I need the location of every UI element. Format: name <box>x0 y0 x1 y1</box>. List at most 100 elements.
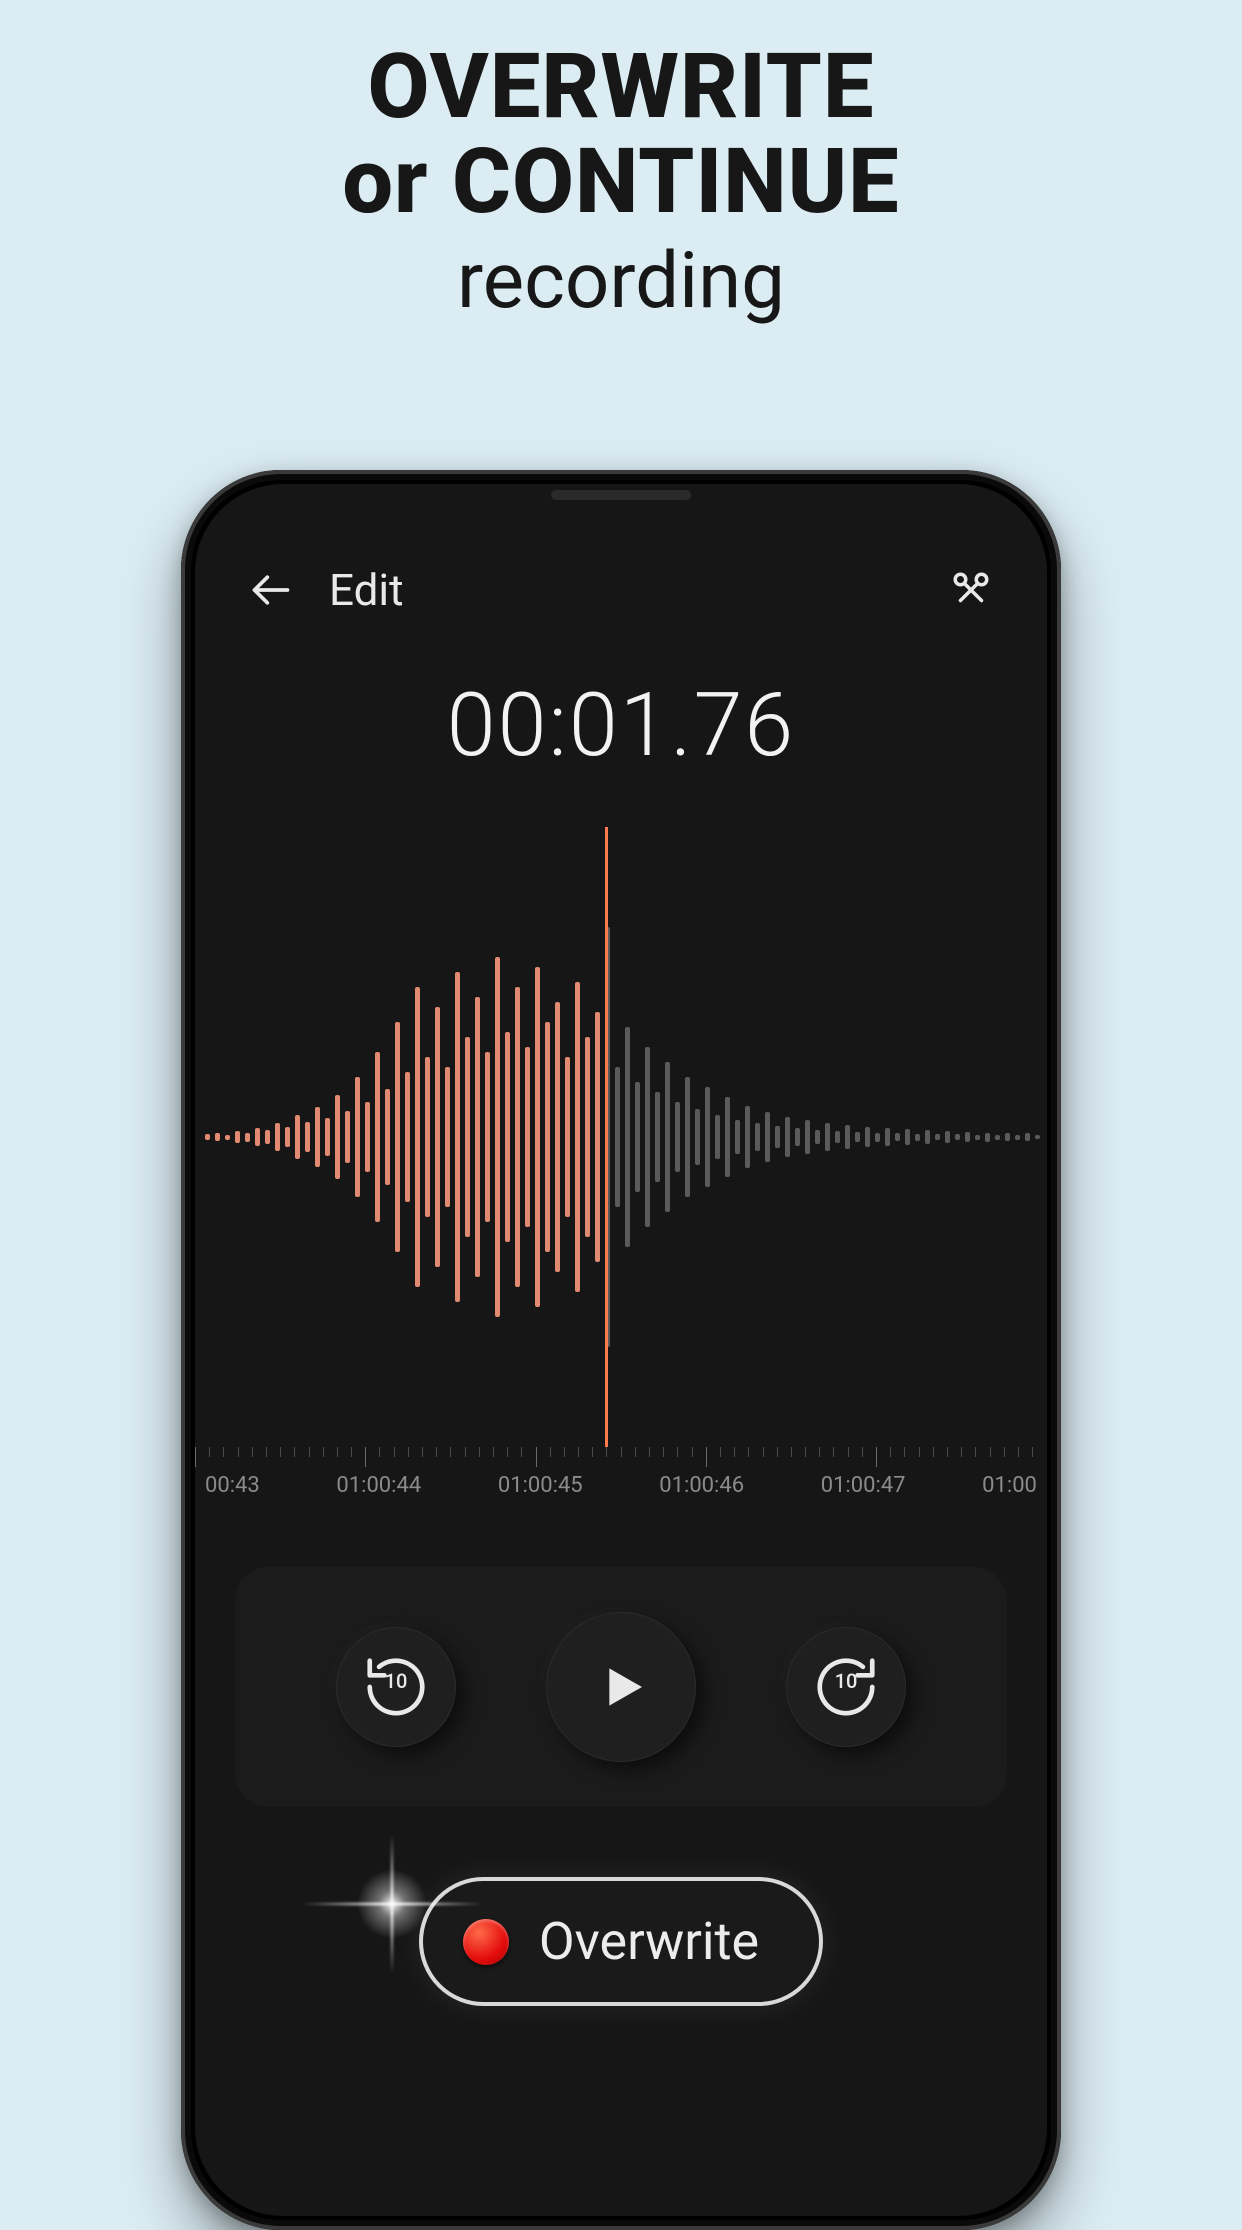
ruler-label: 01:00 <box>982 1473 1037 1498</box>
waveform-bar <box>375 1052 380 1222</box>
waveform-bar <box>395 1022 400 1252</box>
ruler-label: 01:00:44 <box>336 1473 421 1498</box>
waveform-bar <box>985 1133 990 1142</box>
waveform-bar <box>225 1135 230 1140</box>
waveform-bar <box>505 1032 510 1242</box>
waveform-bar <box>1005 1133 1010 1141</box>
waveform-bar <box>385 1089 390 1185</box>
ruler-label: 01:00:46 <box>659 1473 744 1498</box>
waveform-bar <box>825 1123 830 1151</box>
waveform-bar <box>845 1125 850 1149</box>
waveform-bar <box>585 1037 590 1237</box>
waveform-bar <box>895 1133 900 1141</box>
play-icon <box>593 1659 649 1715</box>
waveform-bar <box>255 1128 260 1146</box>
waveform-bar <box>215 1133 220 1141</box>
waveform-bar <box>205 1134 210 1140</box>
waveform-bar <box>425 1057 430 1217</box>
waveform-bar <box>735 1120 740 1154</box>
waveform-bar <box>905 1129 910 1145</box>
waveform-bar <box>245 1133 250 1142</box>
app-bar: Edit <box>195 484 1047 634</box>
waveform-bar <box>275 1123 280 1151</box>
ruler-label: 01:00:47 <box>821 1473 906 1498</box>
phone-mockup: Edit 00:01.76 00:4301:00:4401:00:4501:00… <box>181 470 1061 2230</box>
waveform-bar <box>945 1131 950 1143</box>
waveform-bar <box>815 1130 820 1144</box>
forward-10-button[interactable]: 10 <box>786 1627 906 1747</box>
ruler-ticks <box>195 1447 1047 1475</box>
ruler-label: 01:00:45 <box>498 1473 583 1498</box>
waveform-bar <box>525 1047 530 1227</box>
waveform-bar <box>665 1062 670 1212</box>
waveform-bar <box>315 1107 320 1167</box>
timeline-ruler[interactable]: 00:4301:00:4401:00:4501:00:4601:00:4701:… <box>195 1447 1047 1527</box>
waveform-bar <box>925 1130 930 1144</box>
waveform-bar <box>765 1112 770 1162</box>
playhead[interactable] <box>605 827 608 1447</box>
waveform-bar <box>645 1047 650 1227</box>
play-button[interactable] <box>546 1612 696 1762</box>
waveform-bar <box>1015 1135 1020 1140</box>
waveform-bar <box>725 1097 730 1177</box>
waveform-bar <box>555 1002 560 1272</box>
waveform-bar <box>915 1134 920 1141</box>
waveform-bar <box>265 1130 270 1144</box>
waveform-bar <box>475 997 480 1277</box>
waveform-bar <box>565 1057 570 1217</box>
waveform-bar <box>545 1022 550 1252</box>
waveform-bar <box>465 1037 470 1237</box>
ruler-labels: 00:4301:00:4401:00:4501:00:4601:00:4701:… <box>195 1473 1047 1498</box>
trim-button[interactable] <box>941 560 1001 620</box>
waveform-bar <box>1025 1133 1030 1141</box>
elapsed-time: 00:01.76 <box>195 674 1047 777</box>
forward-seconds-label: 10 <box>835 1669 858 1693</box>
waveform-bar <box>865 1127 870 1147</box>
waveform-bar <box>965 1132 970 1142</box>
waveform-bar <box>635 1082 640 1192</box>
waveform-bar <box>705 1087 710 1187</box>
waveform-bar <box>695 1109 700 1165</box>
waveform-bar <box>755 1123 760 1151</box>
phone-screen: Edit 00:01.76 00:4301:00:4401:00:4501:00… <box>195 484 1047 2216</box>
waveform-bar <box>775 1126 780 1148</box>
playback-controls: 10 10 <box>235 1567 1007 1807</box>
waveform-bar <box>835 1131 840 1143</box>
waveform-bar <box>235 1131 240 1143</box>
waveform <box>195 827 1047 1447</box>
waveform-bar <box>435 1007 440 1267</box>
waveform-bar <box>715 1115 720 1159</box>
waveform-bar <box>795 1128 800 1146</box>
waveform-bar <box>655 1092 660 1182</box>
waveform-area[interactable] <box>195 827 1047 1447</box>
waveform-bar <box>745 1106 750 1168</box>
record-icon <box>463 1919 509 1965</box>
back-button[interactable] <box>241 560 301 620</box>
waveform-bar <box>855 1132 860 1142</box>
waveform-bar <box>345 1111 350 1163</box>
overwrite-container: Overwrite <box>195 1877 1047 2006</box>
overwrite-label: Overwrite <box>539 1911 759 1972</box>
waveform-bar <box>305 1122 310 1152</box>
waveform-bar <box>495 957 500 1317</box>
waveform-bar <box>365 1102 370 1172</box>
waveform-bar <box>955 1134 960 1140</box>
waveform-bar <box>455 972 460 1302</box>
waveform-bar <box>445 1067 450 1207</box>
waveform-bar <box>1035 1135 1040 1139</box>
waveform-bar <box>295 1115 300 1159</box>
waveform-bar <box>415 987 420 1287</box>
waveform-bar <box>995 1135 1000 1140</box>
waveform-bar <box>335 1095 340 1179</box>
waveform-bar <box>685 1077 690 1197</box>
waveform-bar <box>325 1118 330 1156</box>
waveform-bar <box>625 1027 630 1247</box>
overwrite-button[interactable]: Overwrite <box>419 1877 823 2006</box>
waveform-bar <box>535 967 540 1307</box>
rewind-10-button[interactable]: 10 <box>336 1627 456 1747</box>
arrow-left-icon <box>249 568 293 612</box>
waveform-bar <box>615 1067 620 1207</box>
waveform-bar <box>885 1128 890 1146</box>
waveform-bar <box>975 1135 980 1140</box>
waveform-bar <box>515 987 520 1287</box>
